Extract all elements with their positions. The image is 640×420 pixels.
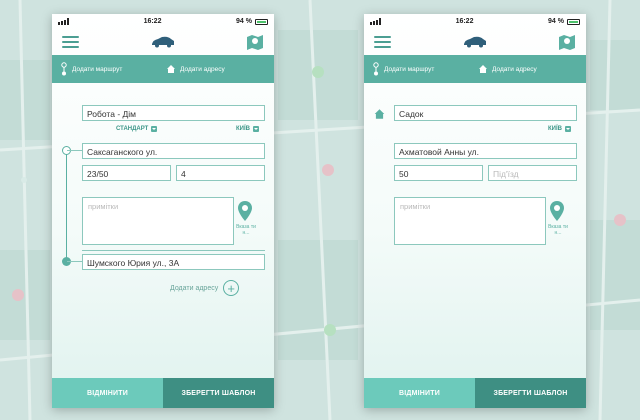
top-bar xyxy=(52,29,274,55)
tab-add-route[interactable]: Додати маршрут xyxy=(372,62,472,76)
tariff-label: СТАНДАРТ xyxy=(116,126,149,132)
destination-input[interactable]: Шумского Юрия ул., 3А xyxy=(82,254,265,270)
map-marker xyxy=(12,289,24,301)
tab-add-route[interactable]: Додати маршрут xyxy=(60,62,160,76)
battery-icon xyxy=(567,18,580,25)
cancel-button[interactable]: ВІДМІНИТИ xyxy=(364,378,475,408)
tab-add-route-label: Додати маршрут xyxy=(72,65,123,73)
add-address-button[interactable]: Додати адресу + xyxy=(170,280,240,296)
tariff-select[interactable]: СТАНДАРТ xyxy=(116,126,158,132)
notes-input[interactable]: примітки xyxy=(394,197,546,245)
battery-percent: 94 % xyxy=(548,18,564,25)
add-address-label: Додати адресу xyxy=(170,284,219,292)
tab-add-route-label: Додати маршрут xyxy=(384,65,435,73)
battery-icon xyxy=(255,18,268,25)
cancel-button[interactable]: ВІДМІНИТИ xyxy=(52,378,163,408)
nav-tabs: Додати маршрут Додати адресу xyxy=(364,55,586,83)
map-marker xyxy=(614,214,626,226)
car-logo-icon xyxy=(151,36,174,48)
car-logo-icon xyxy=(463,36,486,48)
battery-percent: 94 % xyxy=(236,18,252,25)
home-icon xyxy=(374,109,385,119)
footer-buttons: ВІДМІНИТИ ЗБЕРЕГТИ ШАБЛОН xyxy=(364,378,586,408)
nav-tabs: Додати маршрут Додати адресу xyxy=(52,55,274,83)
map-pin-icon[interactable] xyxy=(246,34,264,50)
chevron-down-icon xyxy=(564,126,571,132)
house-input[interactable]: 50 xyxy=(394,165,483,181)
city-select[interactable]: КИЇВ xyxy=(236,126,259,132)
tab-add-address-label: Додати адресу xyxy=(492,65,537,73)
menu-icon[interactable] xyxy=(62,36,79,48)
city-label: КИЇВ xyxy=(548,126,562,132)
location-pin-icon[interactable] xyxy=(238,201,252,221)
map-marker xyxy=(324,324,336,336)
city-select[interactable]: КИЇВ xyxy=(548,126,571,132)
home-icon xyxy=(479,65,487,73)
tab-add-address[interactable]: Додати адресу xyxy=(160,64,266,74)
tab-add-address-label: Додати адресу xyxy=(180,65,225,73)
map-pin-icon[interactable] xyxy=(558,34,576,50)
status-bar: 16:22 94 % xyxy=(364,14,586,29)
chevron-down-icon xyxy=(252,126,259,132)
pin-label: Вкaзa ти н... xyxy=(236,224,256,236)
route-form: Робота - Дім СТАНДАРТ КИЇВ Саксаганского… xyxy=(52,83,274,394)
address-form: Садок КИЇВ Ахматовой Анны ул. 50 Під'їзд… xyxy=(364,83,586,394)
phone-screen-address: 16:22 94 % Додати маршрут Додати адресу … xyxy=(364,14,586,408)
status-bar: 16:22 94 % xyxy=(52,14,274,29)
divider xyxy=(82,250,265,251)
pin-label: Вкaзa ти н... xyxy=(548,224,568,236)
template-name-input[interactable]: Робота - Дім xyxy=(82,105,265,121)
signal-icon xyxy=(58,18,69,25)
chevron-down-icon xyxy=(151,126,158,132)
city-label: КИЇВ xyxy=(236,126,250,132)
signal-icon xyxy=(370,18,381,25)
save-template-button[interactable]: ЗБЕРЕГТИ ШАБЛОН xyxy=(475,378,586,408)
top-bar xyxy=(364,29,586,55)
menu-icon[interactable] xyxy=(374,36,391,48)
status-time: 16:22 xyxy=(143,18,162,25)
route-line xyxy=(66,152,67,258)
house-input[interactable]: 23/50 xyxy=(82,165,171,181)
entrance-input[interactable]: 4 xyxy=(176,165,265,181)
location-pin-icon[interactable] xyxy=(550,201,564,221)
notes-input[interactable]: примітки xyxy=(82,197,234,245)
street-input[interactable]: Саксаганского ул. xyxy=(82,143,265,159)
template-name-input[interactable]: Садок xyxy=(394,105,577,121)
plus-icon: + xyxy=(223,280,240,296)
route-icon xyxy=(373,62,379,76)
route-icon xyxy=(61,62,67,76)
map-marker xyxy=(322,164,334,176)
phone-screen-route: 16:22 94 % Додати маршрут Додати адресу … xyxy=(52,14,274,408)
status-time: 16:22 xyxy=(455,18,474,25)
home-icon xyxy=(167,65,175,73)
map-marker xyxy=(312,66,324,78)
footer-buttons: ВІДМІНИТИ ЗБЕРЕГТИ ШАБЛОН xyxy=(52,378,274,408)
save-template-button[interactable]: ЗБЕРЕГТИ ШАБЛОН xyxy=(163,378,274,408)
tab-add-address[interactable]: Додати адресу xyxy=(472,64,578,74)
entrance-input[interactable]: Під'їзд xyxy=(488,165,577,181)
street-input[interactable]: Ахматовой Анны ул. xyxy=(394,143,577,159)
